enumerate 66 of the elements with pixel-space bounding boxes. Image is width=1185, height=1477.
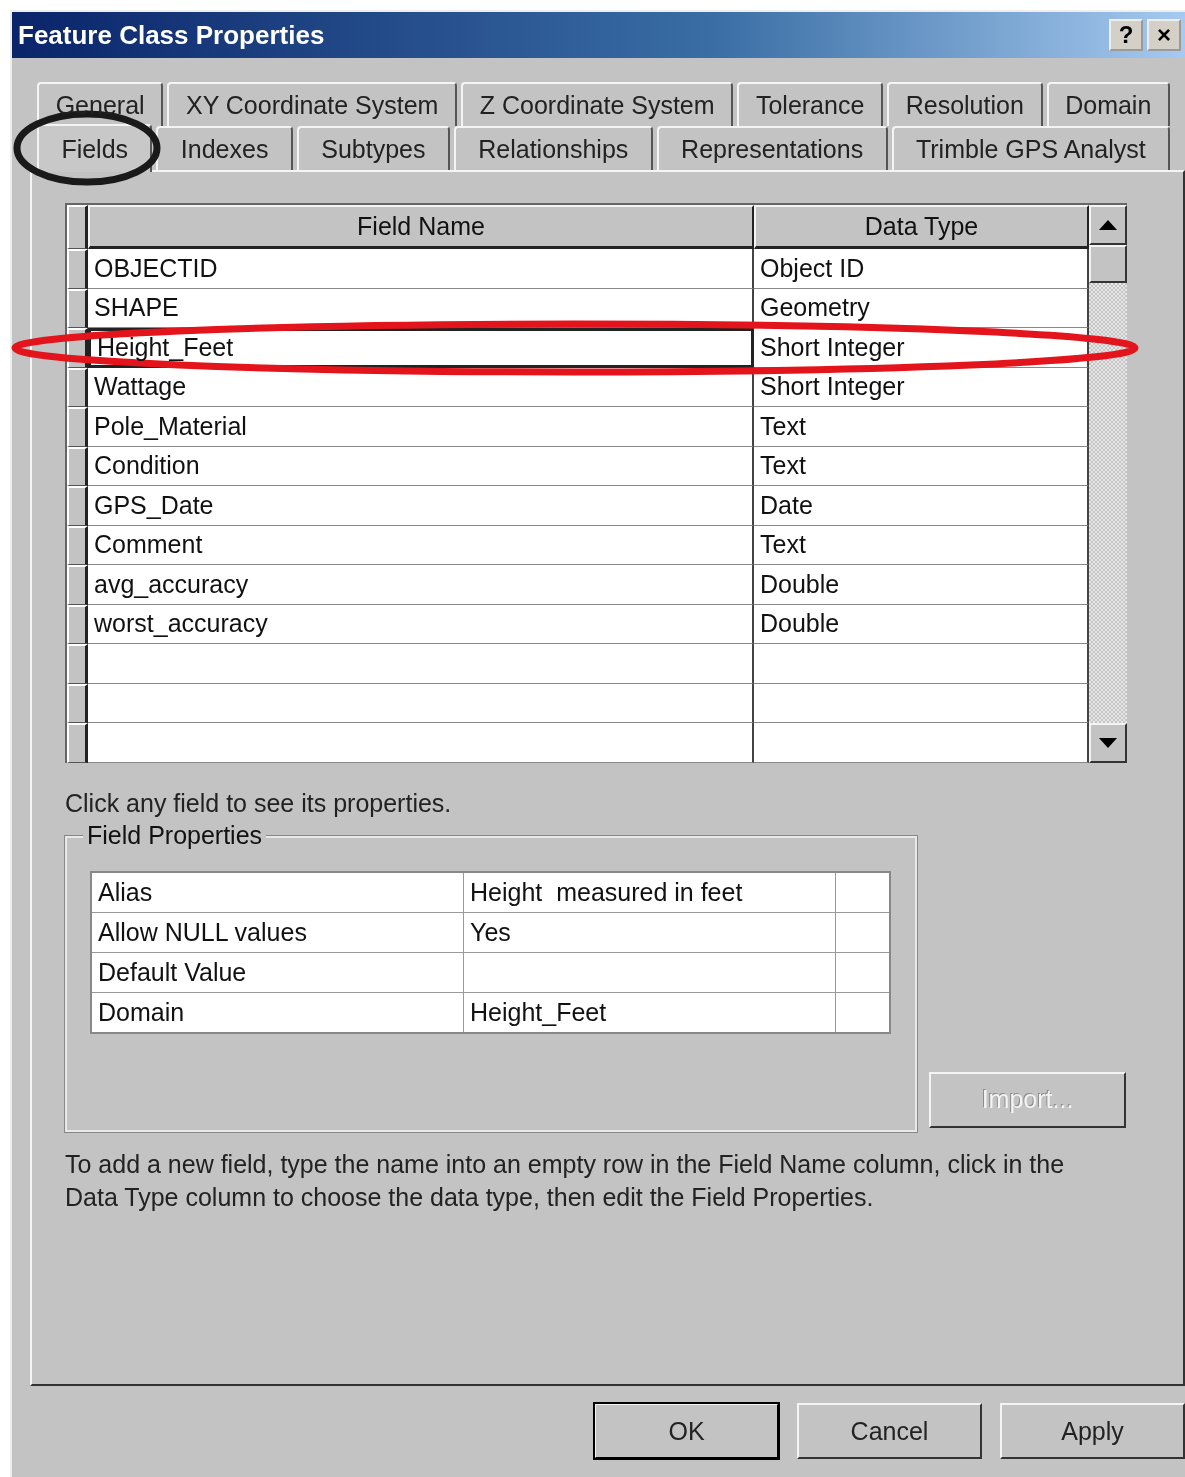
table-cell[interactable]: worst_accuracy — [88, 604, 754, 644]
table-cell[interactable]: Double — [754, 565, 1089, 605]
table-cell[interactable]: Text — [754, 525, 1089, 565]
table-cell[interactable]: Condition — [88, 446, 754, 486]
table-cell[interactable] — [88, 683, 754, 723]
row-selector[interactable] — [67, 407, 88, 447]
tab[interactable]: Relationships — [453, 126, 653, 170]
header-corner — [67, 205, 88, 249]
table-cell[interactable]: Default Value — [92, 952, 464, 992]
tab[interactable]: XY Coordinate System — [167, 82, 458, 126]
row-selector[interactable] — [67, 486, 88, 526]
hint-text: Click any field to see its properties. — [65, 788, 453, 818]
table-cell[interactable]: Double — [754, 604, 1089, 644]
row-selector[interactable] — [67, 723, 88, 763]
tab[interactable]: Fields — [37, 124, 153, 172]
column-header[interactable]: Data Type — [754, 205, 1089, 249]
row-selector[interactable] — [67, 604, 88, 644]
row-selector[interactable] — [67, 565, 88, 605]
dialog-button[interactable]: OK — [594, 1403, 779, 1459]
table-cell[interactable]: Yes — [464, 912, 836, 952]
table-cell[interactable] — [88, 723, 754, 763]
table-cell[interactable]: Allow NULL values — [92, 912, 464, 952]
tab[interactable]: Trimble GPS Analyst — [891, 126, 1171, 170]
scroll-up-icon[interactable] — [1089, 205, 1127, 245]
table-cell[interactable]: Height measured in feet — [464, 872, 836, 912]
table-cell[interactable]: avg_accuracy — [88, 565, 754, 605]
close-button[interactable]: × — [1147, 19, 1181, 51]
tab[interactable]: Indexes — [156, 126, 293, 170]
row-selector[interactable] — [67, 288, 88, 328]
table-cell[interactable]: Text — [754, 446, 1089, 486]
row-selector[interactable] — [67, 446, 88, 486]
row-selector[interactable] — [67, 367, 88, 407]
instructions-text: To add a new field, type the name into an empty row in the Field Name column, click in the Data Type column to choose the data type, then edit the Field Properties. — [65, 1148, 1065, 1213]
dialog-button[interactable]: Apply — [1000, 1403, 1185, 1459]
tab[interactable]: Domain — [1046, 82, 1170, 126]
table-cell[interactable]: Date — [754, 486, 1089, 526]
window-title: Feature Class Properties — [18, 19, 325, 51]
help-button[interactable]: ? — [1109, 19, 1143, 51]
table-cell[interactable]: Text — [754, 407, 1089, 447]
tab[interactable]: Tolerance — [737, 82, 883, 126]
table-cell[interactable]: Height_Feet — [464, 992, 836, 1032]
tab[interactable]: Resolution — [887, 82, 1043, 126]
table-cell[interactable] — [88, 644, 754, 684]
tab[interactable]: Subtypes — [296, 126, 450, 170]
table-cell[interactable]: OBJECTID — [88, 249, 754, 289]
scroll-down-icon[interactable] — [1089, 722, 1127, 763]
scrollbar[interactable] — [1089, 205, 1127, 763]
table-cell[interactable]: Pole_Material — [88, 407, 754, 447]
table-cell[interactable]: Comment — [88, 525, 754, 565]
scroll-thumb[interactable] — [1089, 245, 1127, 283]
row-selector[interactable] — [67, 644, 88, 684]
tab[interactable]: Representations — [656, 126, 888, 170]
table-cell[interactable]: Alias — [92, 872, 464, 912]
table-cell[interactable] — [754, 723, 1089, 763]
dialog-button[interactable]: Cancel — [797, 1403, 982, 1459]
row-selector[interactable] — [67, 249, 88, 289]
table-cell[interactable] — [754, 683, 1089, 723]
table-cell[interactable] — [754, 644, 1089, 684]
table-cell[interactable]: Domain — [92, 992, 464, 1032]
column-header[interactable]: Field Name — [88, 205, 754, 249]
row-selector[interactable] — [67, 683, 88, 723]
tab[interactable]: Z Coordinate System — [461, 82, 734, 126]
table-cell[interactable]: Height_Feet — [88, 328, 754, 368]
row-selector[interactable] — [67, 525, 88, 565]
table-cell[interactable]: Object ID — [754, 249, 1089, 289]
table-cell[interactable]: GPS_Date — [88, 486, 754, 526]
